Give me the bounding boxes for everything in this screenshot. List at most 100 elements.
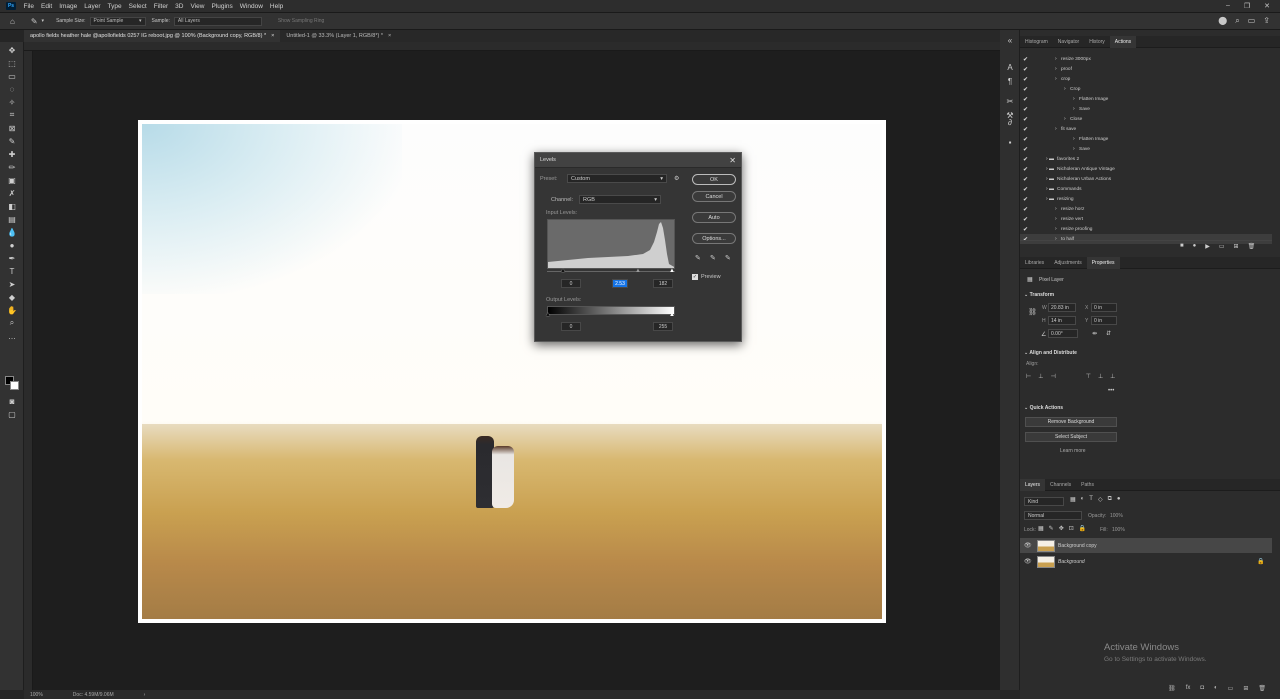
folder-icon[interactable]: › ▬: [1046, 166, 1054, 172]
filter-adjustment-icon[interactable]: ◐: [1081, 496, 1085, 503]
expand-chevron-icon[interactable]: ›: [1064, 116, 1066, 122]
learn-more-link[interactable]: Learn more: [1060, 448, 1086, 454]
workspace-icon[interactable]: ▭: [1248, 16, 1256, 26]
tab-histogram[interactable]: Histogram: [1020, 36, 1053, 48]
quick-select-tool-icon[interactable]: ✧: [7, 97, 17, 107]
action-toggle-checkbox[interactable]: ✔: [1023, 116, 1029, 123]
output-black-field[interactable]: 0: [561, 322, 581, 331]
angle-field[interactable]: 0.00°: [1048, 329, 1078, 338]
quick-actions-section[interactable]: ⌄ Quick Actions: [1024, 405, 1063, 411]
align-bottom-icon[interactable]: ⊥: [1110, 373, 1115, 380]
shape-tool-icon[interactable]: ◆: [7, 292, 17, 302]
lock-icon[interactable]: 🔒: [1257, 558, 1264, 565]
fill-value[interactable]: 100%: [1112, 527, 1125, 533]
hand-tool-icon[interactable]: ✋: [7, 305, 17, 315]
tab-properties[interactable]: Properties: [1086, 256, 1120, 269]
filter-smart-icon[interactable]: ⧉: [1108, 496, 1112, 503]
panel-collapse-icon[interactable]: «: [1005, 35, 1015, 45]
action-row[interactable]: ✔ › ▬ resizing: [1020, 194, 1272, 204]
action-row[interactable]: ✔ › Close: [1020, 114, 1272, 124]
minimize-icon[interactable]: –: [1226, 2, 1230, 10]
sample-select[interactable]: All Layers: [173, 16, 262, 26]
tab-actions[interactable]: Actions: [1109, 35, 1137, 48]
more-align-options[interactable]: •••: [1108, 388, 1114, 394]
action-toggle-checkbox[interactable]: ✔: [1023, 136, 1029, 143]
quick-mask-icon[interactable]: ◙: [7, 396, 17, 406]
filter-shape-icon[interactable]: ◇: [1098, 496, 1103, 503]
document-canvas[interactable]: [138, 120, 886, 623]
action-toggle-checkbox[interactable]: ✔: [1023, 146, 1029, 153]
action-toggle-checkbox[interactable]: ✔: [1023, 166, 1029, 173]
lock-image-icon[interactable]: ✎: [1049, 525, 1054, 532]
marquee-tool-icon[interactable]: ▭: [7, 71, 17, 81]
tab-layers[interactable]: Layers: [1020, 478, 1046, 491]
action-toggle-checkbox[interactable]: ✔: [1023, 176, 1029, 183]
black-point-eyedropper-icon[interactable]: ✎: [695, 254, 701, 262]
action-toggle-checkbox[interactable]: ✔: [1023, 236, 1029, 243]
lock-artboard-icon[interactable]: ⊡: [1069, 525, 1074, 532]
expand-chevron-icon[interactable]: ›: [1055, 76, 1057, 82]
crop-tool-icon[interactable]: ⌗: [7, 110, 17, 120]
action-row[interactable]: ✔ › Flatten Image: [1020, 94, 1272, 104]
healing-brush-icon[interactable]: ✚: [7, 149, 17, 159]
home-icon[interactable]: ⌂: [10, 17, 15, 26]
action-toggle-checkbox[interactable]: ✔: [1023, 216, 1029, 223]
action-row[interactable]: ✔ › proof: [1020, 64, 1272, 74]
swatches-panel-icon[interactable]: ▪: [1005, 137, 1015, 147]
action-row[interactable]: ✔ › resize vert: [1020, 214, 1272, 224]
fx-icon[interactable]: fx: [1186, 685, 1191, 695]
expand-chevron-icon[interactable]: ›: [1055, 126, 1057, 132]
eye-icon[interactable]: 👁: [1024, 542, 1032, 549]
history-brush-icon[interactable]: ✗: [7, 188, 17, 198]
remove-background-button[interactable]: Remove Background: [1025, 417, 1117, 427]
lasso-tool-icon[interactable]: ◌: [7, 84, 17, 94]
action-row[interactable]: ✔ › ▬ Commands: [1020, 184, 1272, 194]
menu-image[interactable]: Image: [59, 3, 77, 10]
filter-type-icon[interactable]: T: [1089, 496, 1093, 503]
expand-chevron-icon[interactable]: ›: [1073, 96, 1075, 102]
screen-mode-icon[interactable]: ▢: [7, 409, 17, 419]
input-white-field[interactable]: 182: [653, 279, 673, 288]
action-row[interactable]: ✔ › fit save: [1020, 124, 1272, 134]
preset-select[interactable]: Custom ▾: [567, 174, 667, 183]
action-toggle-checkbox[interactable]: ✔: [1023, 96, 1029, 103]
tools-panel-icon[interactable]: ✂: [1005, 96, 1015, 106]
levels-title-bar[interactable]: Levels ✕: [535, 153, 741, 168]
close-window-icon[interactable]: ✕: [1264, 2, 1270, 10]
menu-layer[interactable]: Layer: [84, 3, 100, 10]
expand-chevron-icon[interactable]: ›: [1055, 226, 1057, 232]
align-section[interactable]: ⌄ Align and Distribute: [1024, 350, 1077, 356]
glyphs-panel-icon[interactable]: ∂: [1005, 117, 1015, 127]
play-icon[interactable]: ▶: [1205, 243, 1210, 250]
more-tools-icon[interactable]: …: [7, 331, 17, 341]
opacity-value[interactable]: 100%: [1110, 513, 1123, 519]
output-black-slider[interactable]: ▲: [545, 312, 551, 318]
action-toggle-checkbox[interactable]: ✔: [1023, 56, 1029, 63]
tab-paths[interactable]: Paths: [1076, 479, 1099, 491]
flip-horizontal-icon[interactable]: ⇹: [1092, 330, 1097, 337]
input-gamma-slider[interactable]: ▲: [635, 268, 641, 274]
record-icon[interactable]: ●: [1193, 243, 1197, 250]
zoom-level[interactable]: 100%: [30, 692, 43, 698]
expand-chevron-icon[interactable]: ›: [1055, 56, 1057, 62]
restore-icon[interactable]: ❐: [1244, 2, 1250, 10]
action-toggle-checkbox[interactable]: ✔: [1023, 206, 1029, 213]
stop-icon[interactable]: ■: [1180, 243, 1184, 250]
action-row[interactable]: ✔ › Crop: [1020, 84, 1272, 94]
input-gamma-field[interactable]: 2.53: [612, 279, 628, 288]
action-row[interactable]: ✔ › ▬ Nicholeran Antique Vintage: [1020, 164, 1272, 174]
action-row[interactable]: ✔ › ▬ Nicholeran Urban Actions: [1020, 174, 1272, 184]
eyedropper-tool-icon[interactable]: ✎: [31, 17, 38, 26]
expand-chevron-icon[interactable]: ›: [1055, 236, 1057, 242]
close-icon[interactable]: ✕: [729, 156, 736, 165]
expand-chevron-icon[interactable]: ›: [1073, 106, 1075, 112]
action-row[interactable]: ✔ › Save: [1020, 104, 1272, 114]
input-black-field[interactable]: 0: [561, 279, 581, 288]
cloud-share-icon[interactable]: ⇪: [1263, 16, 1270, 26]
action-row[interactable]: ✔ › Save: [1020, 144, 1272, 154]
zoom-tool-icon[interactable]: ⌕: [7, 318, 17, 328]
action-toggle-checkbox[interactable]: ✔: [1023, 186, 1029, 193]
output-white-slider[interactable]: ▲: [669, 312, 675, 318]
new-action-icon[interactable]: ⊞: [1234, 243, 1239, 250]
group-icon[interactable]: ▭: [1228, 685, 1234, 695]
